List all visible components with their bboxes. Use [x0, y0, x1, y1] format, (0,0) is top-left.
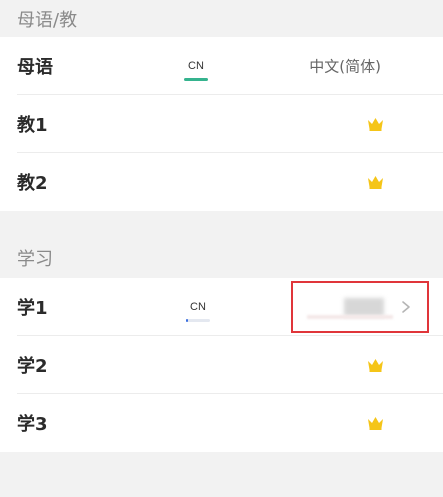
highlighted-value-box[interactable]: [291, 281, 429, 333]
chip-underline: [184, 78, 208, 81]
row-label: 学1: [17, 298, 48, 319]
crown-icon: [368, 417, 383, 430]
row-learn-1[interactable]: 学1 CN: [0, 278, 443, 336]
row-learn-3[interactable]: 学3: [0, 394, 443, 452]
section-title-learn: 学习: [17, 249, 53, 270]
language-code-chip: CN: [184, 60, 208, 81]
row-label: 母语: [17, 57, 53, 78]
crown-icon: [368, 176, 383, 189]
section-header-native: 母语/教: [0, 0, 443, 37]
row-label: 学2: [17, 356, 48, 377]
bottom-spacer: [0, 452, 443, 497]
redacted-underline: [307, 315, 393, 319]
chip-label: CN: [190, 301, 206, 313]
progress-fill: [186, 319, 188, 322]
crown-icon: [368, 118, 383, 131]
redacted-value: [344, 298, 384, 316]
section-title-native: 母语/教: [17, 10, 78, 31]
progress-track: [186, 319, 210, 322]
section-header-learn: 学习: [0, 211, 443, 278]
row-label: 教2: [17, 173, 48, 194]
language-code-chip: CN: [186, 301, 210, 322]
row-native-language[interactable]: 母语 CN 中文(简体): [0, 37, 443, 95]
row-teach-2[interactable]: 教2: [0, 153, 443, 211]
row-learn-2[interactable]: 学2: [0, 336, 443, 394]
chip-label: CN: [188, 60, 204, 72]
chevron-right-icon: [402, 301, 410, 313]
row-label: 学3: [17, 414, 48, 435]
row-teach-1[interactable]: 教1: [0, 95, 443, 153]
crown-icon: [368, 359, 383, 372]
native-language-value: 中文(简体): [309, 57, 381, 76]
row-label: 教1: [17, 115, 48, 136]
